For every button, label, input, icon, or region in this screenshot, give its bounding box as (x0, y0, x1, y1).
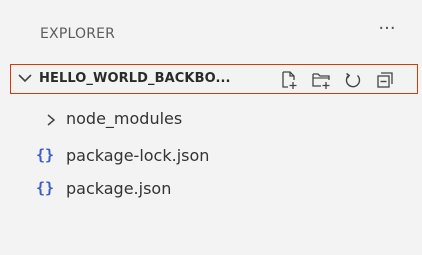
tree-item-label: node_modules (66, 109, 183, 128)
explorer-pane: EXPLORER ··· HELLO_WORLD_BACKBO... node_… (0, 0, 422, 255)
chevron-down-icon[interactable] (17, 70, 33, 86)
tree-item-node-modules[interactable]: node_modules (0, 104, 422, 134)
json-icon: {} (36, 146, 55, 164)
explorer-title: EXPLORER (40, 26, 116, 42)
explorer-header: EXPLORER ··· (0, 0, 422, 62)
tree-item-label: package.json (66, 179, 172, 198)
refresh-icon[interactable] (343, 70, 363, 90)
more-actions-button[interactable]: ··· (374, 20, 400, 42)
new-folder-icon[interactable] (311, 70, 331, 90)
tree-item-package-json[interactable]: {} package.json (0, 175, 422, 205)
new-file-icon[interactable] (279, 70, 299, 90)
json-icon: {} (36, 179, 55, 197)
tree-item-label: package-lock.json (66, 146, 210, 165)
workspace-folder-name: HELLO_WORLD_BACKBO... (39, 71, 231, 86)
chevron-right-icon[interactable] (44, 112, 58, 126)
collapse-all-icon[interactable] (375, 70, 395, 90)
workspace-folder-header[interactable]: HELLO_WORLD_BACKBO... (10, 64, 418, 94)
tree-item-package-lock-json[interactable]: {} package-lock.json (0, 142, 422, 172)
